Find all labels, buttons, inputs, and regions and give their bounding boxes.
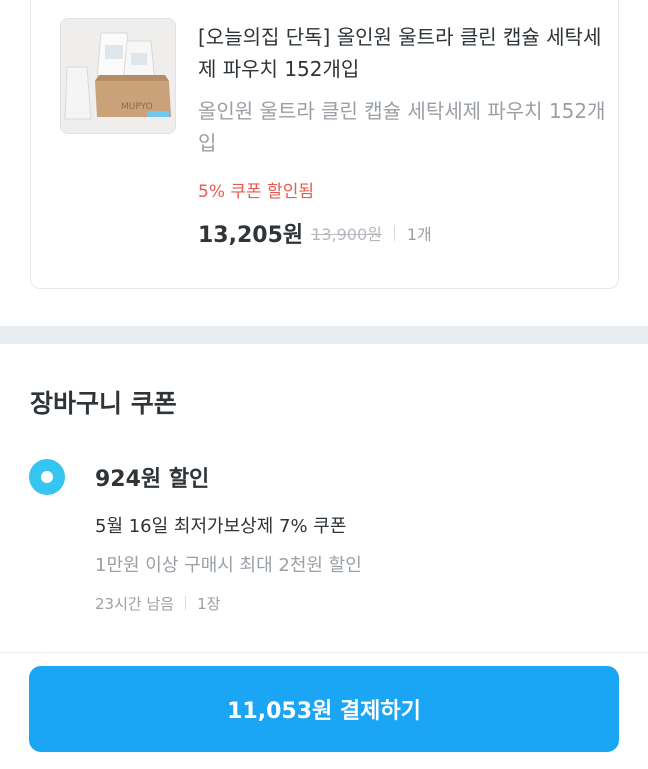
pay-button[interactable]: 11,053원 결제하기 xyxy=(29,666,619,752)
divider xyxy=(393,225,395,241)
product-thumbnail[interactable]: MUPYO xyxy=(60,18,176,134)
cart-coupon-heading: 장바구니 쿠폰 xyxy=(30,389,177,418)
radio-selected-dot xyxy=(41,471,53,483)
coupon-time-left: 23시간 남음 xyxy=(95,594,175,613)
bottom-divider xyxy=(0,652,648,653)
coupon-count: 1장 xyxy=(197,594,221,613)
divider xyxy=(185,596,187,610)
box-brand-text: MUPYO xyxy=(121,102,153,112)
product-option: 올인원 울트라 클린 캡슐 세탁세제 파우치 152개입 xyxy=(198,99,606,155)
product-title[interactable]: [오늘의집 단독] 올인원 울트라 클린 캡슐 세탁세제 파우치 152개입 xyxy=(198,21,608,85)
coupon-meta: 23시간 남음 1장 xyxy=(95,592,220,614)
product-image: MUPYO xyxy=(61,19,175,133)
coupon-applied-label: 5% 쿠폰 할인됨 xyxy=(198,182,314,202)
price-row: 13,205원 13,900원 1개 xyxy=(198,219,432,248)
section-divider xyxy=(0,326,648,344)
product-card[interactable]: MUPYO [오늘의집 단독] 올인원 울트라 클린 캡슐 세탁세제 파우치 1… xyxy=(30,0,619,289)
final-price: 13,205원 xyxy=(198,223,304,248)
coupon-radio-button[interactable] xyxy=(29,459,65,495)
quantity: 1개 xyxy=(406,225,432,244)
coupon-name: 5월 16일 최저가보상제 7% 쿠폰 xyxy=(95,516,347,537)
original-price: 13,900원 xyxy=(311,225,382,244)
coupon-condition: 1만원 이상 구매시 최대 2천원 할인 xyxy=(95,555,362,576)
coupon-discount-amount[interactable]: 924원 할인 xyxy=(95,461,209,493)
